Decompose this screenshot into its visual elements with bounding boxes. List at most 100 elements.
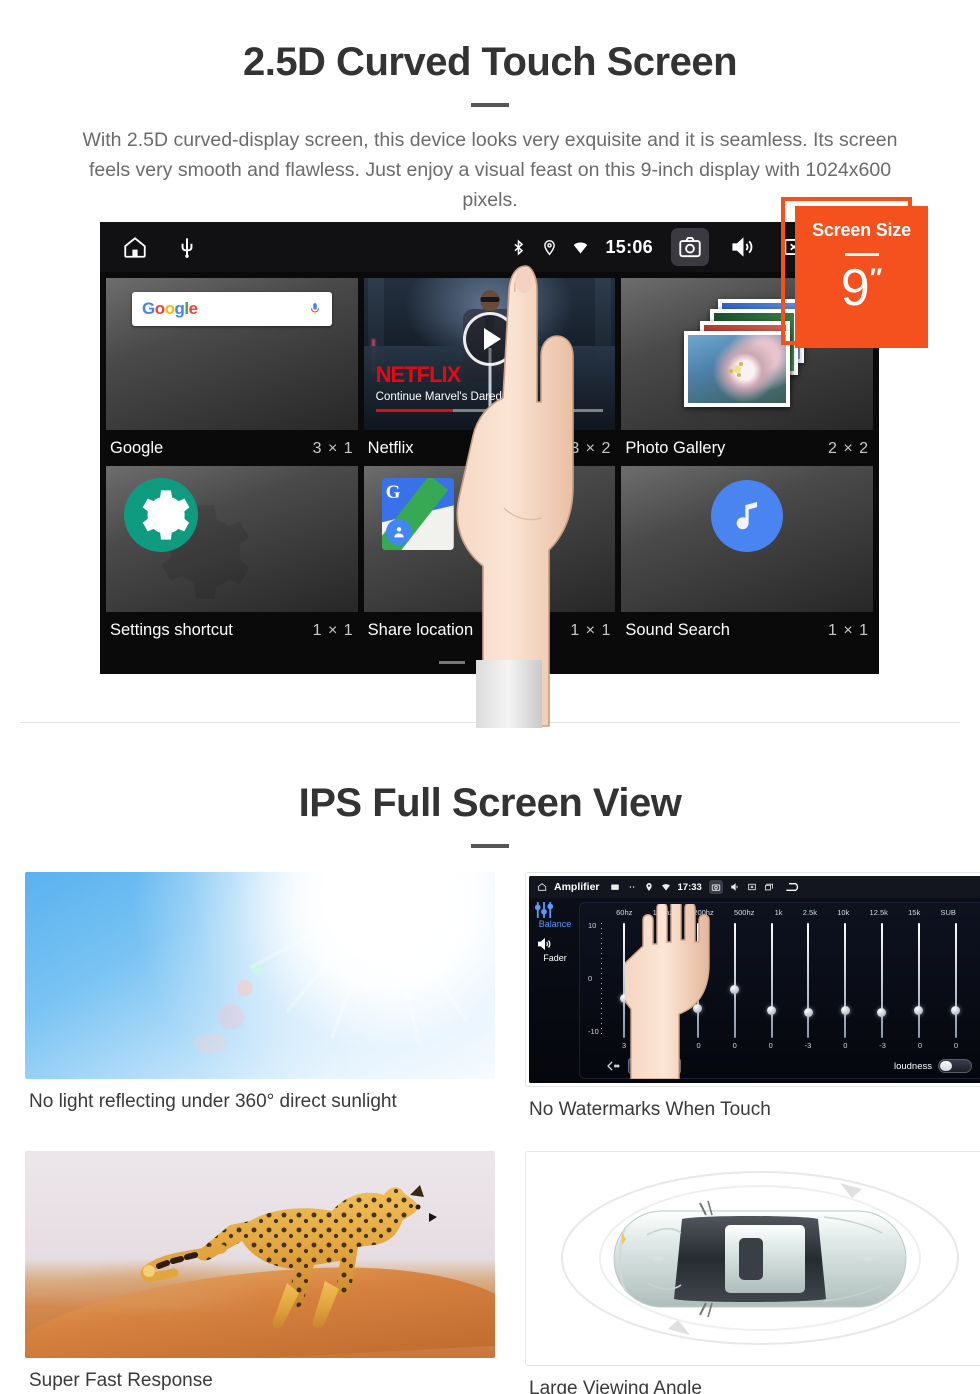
widget-size: 2 × 2 [827, 439, 870, 457]
sidebar-label-fader: Fader [543, 953, 567, 963]
widget-cell-share-location[interactable]: G Share location 1 × 1 [363, 466, 616, 648]
sunlight-image [25, 872, 495, 1079]
badge-unit: ″ [869, 262, 883, 293]
mic-icon[interactable] [308, 300, 322, 318]
feature-caption: Super Fast Response [29, 1370, 213, 1391]
amplifier-screenshot: Amplifier 17:33 Balance Fader 60hz 200hz… [529, 876, 980, 1083]
eq-slider [950, 923, 962, 1038]
widget-caption: Sound Search 1 × 1 [621, 612, 873, 648]
section2-underline [471, 844, 509, 848]
car-top-view-image [529, 1155, 980, 1362]
widget-size: 3 × 2 [570, 439, 612, 457]
touching-hand-illustration [625, 904, 741, 1079]
maps-icon[interactable]: G [381, 478, 454, 550]
usb-icon[interactable] [174, 234, 200, 260]
location-icon[interactable] [644, 882, 654, 892]
volume-icon[interactable] [730, 882, 740, 892]
share-location-widget[interactable]: G [363, 466, 616, 612]
gear-icon[interactable] [124, 478, 198, 552]
amplifier-sidebar: Balance Fader [533, 902, 577, 963]
feature-card-amplifier: Amplifier 17:33 Balance Fader 60hz 200hz… [525, 872, 980, 1121]
widget-size: 1 × 1 [570, 621, 612, 639]
camera-icon[interactable] [708, 880, 723, 894]
netflix-widget[interactable]: NETFLIX Continue Marvel's Daredevil [363, 278, 616, 430]
home-icon[interactable] [122, 234, 148, 260]
feature-card-sunlight: No light reflecting under 360° direct su… [25, 872, 495, 1121]
title-underline [471, 103, 509, 107]
person-pin-icon [385, 519, 412, 545]
volume-icon[interactable] [723, 228, 761, 266]
widget-row-1: Google Google 3 × 1 NETFLIX Continue Mar… [106, 278, 874, 466]
android-status-bar: 15:06 [100, 222, 879, 272]
feature-caption: No light reflecting under 360° direct su… [29, 1091, 397, 1112]
gallery-icon[interactable] [610, 882, 620, 892]
eq-slider [913, 923, 925, 1038]
widget-cell-netflix[interactable]: NETFLIX Continue Marvel's Daredevil Netf… [363, 278, 616, 466]
location-icon[interactable] [541, 239, 558, 256]
section2-title: IPS Full Screen View [298, 781, 682, 825]
widget-cell-sound-search[interactable]: Sound Search 1 × 1 [621, 466, 874, 648]
search-input[interactable]: Google [132, 292, 332, 326]
settings-shortcut-widget[interactable] [106, 466, 358, 612]
page-indicator[interactable] [438, 661, 541, 664]
home-icon[interactable] [537, 882, 547, 892]
eq-slider [802, 923, 814, 1038]
page-dot[interactable] [476, 661, 503, 664]
scale-mid: 0 [588, 973, 593, 983]
loudness-toggle[interactable] [938, 1059, 972, 1073]
widget-grid: Google Google 3 × 1 NETFLIX Continue Mar… [100, 272, 879, 648]
music-note-icon[interactable] [711, 480, 784, 552]
loudness-control[interactable]: loudness [894, 1059, 972, 1073]
sound-search-widget[interactable] [621, 466, 874, 612]
page-dot-active[interactable] [514, 661, 541, 664]
feature-card-cheetah: Super Fast Response [25, 1151, 495, 1394]
close-box-icon[interactable] [747, 882, 757, 892]
curved-touch-screen-section: 2.5D Curved Touch Screen With 2.5D curve… [0, 0, 980, 728]
badge-number: 9 [840, 259, 870, 317]
google-search-widget[interactable]: Google [106, 278, 358, 430]
badge-divider [844, 253, 879, 256]
feature-card-car: Large Viewing Angle [525, 1151, 980, 1394]
scale-bottom: -10 [588, 1027, 599, 1036]
more-icon[interactable] [627, 882, 637, 892]
eq-value: 0 [953, 1041, 959, 1050]
page-dot[interactable] [438, 661, 465, 664]
widget-label: Netflix [367, 439, 414, 457]
recents-icon[interactable] [764, 882, 774, 892]
widget-row-2: Settings shortcut 1 × 1 G Share location… [106, 466, 874, 648]
netflix-subtitle: Continue Marvel's Daredevil [375, 391, 520, 403]
play-icon[interactable] [462, 311, 517, 366]
amplifier-body: Balance Fader 60hz 200hz 500hz 1k 2.5k 1… [529, 898, 980, 1083]
sidebar-item-balance[interactable]: Balance [533, 902, 577, 929]
widget-label: Google [110, 439, 164, 457]
cheetah-image [25, 1151, 495, 1358]
feature-grid: No light reflecting under 360° direct su… [0, 872, 980, 1394]
google-logo: Google [142, 299, 198, 318]
back-arrow-icon[interactable] [785, 882, 801, 892]
photo-card-front [684, 331, 791, 407]
badge-label: Screen Size [812, 220, 911, 240]
widget-size: 3 × 1 [312, 439, 354, 457]
camera-icon[interactable] [671, 228, 709, 266]
widget-cell-google[interactable]: Google Google 3 × 1 [106, 278, 358, 466]
widget-label: Sound Search [625, 621, 730, 639]
sidebar-label-balance: Balance [538, 919, 572, 929]
loudness-label: loudness [893, 1060, 932, 1072]
screen-size-badge: Screen Size 9″ [795, 206, 928, 348]
amplifier-status-bar: Amplifier 17:33 [529, 876, 980, 898]
widget-caption: Photo Gallery 2 × 2 [621, 430, 873, 466]
band-label: 12.5k [869, 908, 888, 917]
progress-bar [375, 409, 604, 412]
ips-full-screen-view-section: IPS Full Screen View No light reflecting… [0, 723, 980, 1394]
sidebar-item-fader[interactable]: Fader [533, 936, 577, 963]
eq-slider [766, 923, 778, 1038]
widget-cell-settings[interactable]: Settings shortcut 1 × 1 [106, 466, 358, 648]
feature-caption: No Watermarks When Touch [529, 1099, 771, 1120]
bluetooth-icon[interactable] [510, 238, 527, 256]
prev-preset-icon[interactable] [606, 1061, 620, 1071]
widget-size: 1 × 1 [312, 621, 354, 639]
band-label: 15k [908, 908, 921, 917]
wifi-icon[interactable] [661, 882, 671, 892]
band-label: 1k [774, 908, 783, 917]
wifi-icon[interactable] [572, 239, 589, 256]
